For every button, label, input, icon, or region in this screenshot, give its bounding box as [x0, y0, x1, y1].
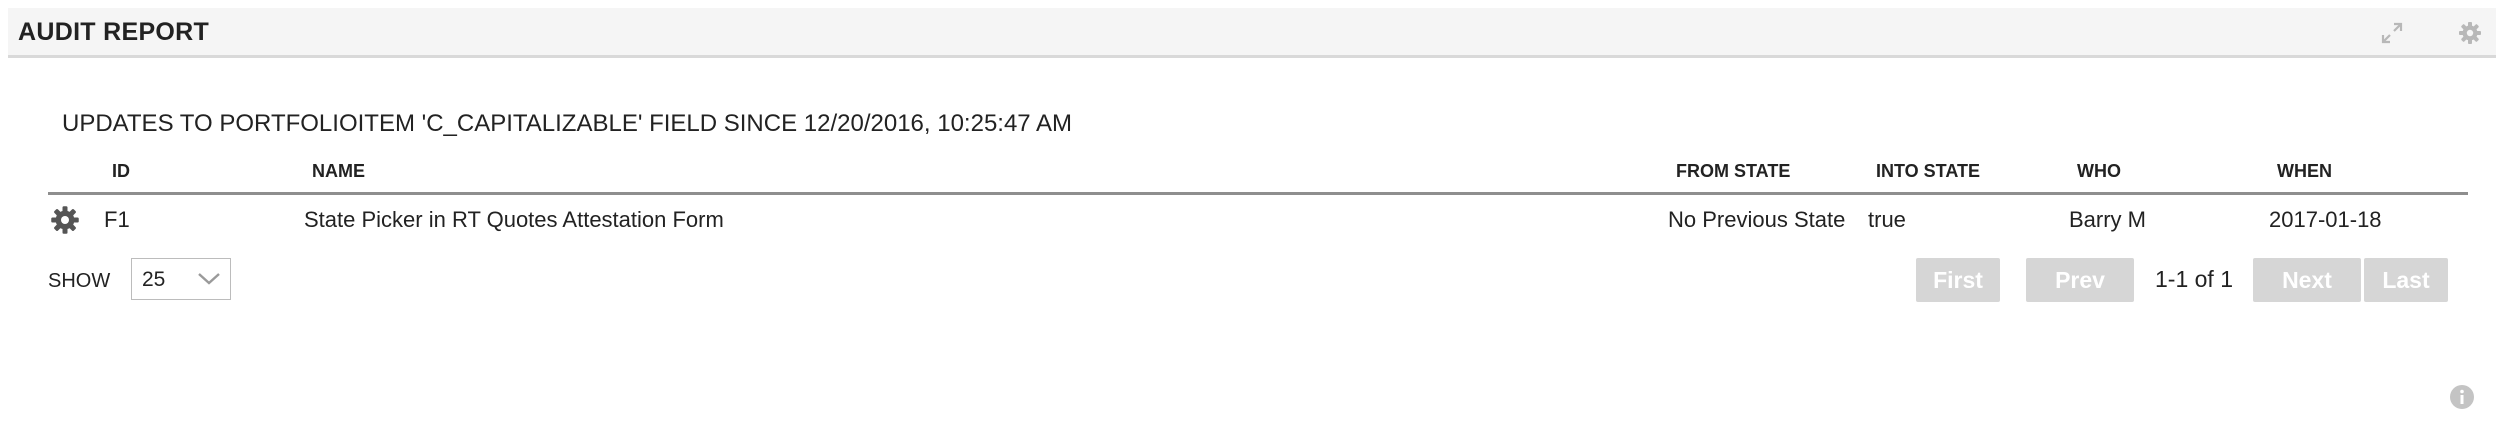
cell-into-state: true — [1868, 207, 1906, 232]
cell-when: 2017-01-18 — [2269, 207, 2382, 232]
audit-table: ID NAME FROM STATE INTO STATE WHO WHEN F… — [48, 158, 2468, 245]
first-page-button[interactable]: First — [1916, 258, 2000, 302]
column-header-name[interactable]: NAME — [312, 161, 365, 182]
report-title: UPDATES TO PORTFOLIOITEM 'C_CAPITALIZABL… — [62, 110, 1072, 137]
last-page-button[interactable]: Last — [2364, 258, 2448, 302]
prev-page-button[interactable]: Prev — [2026, 258, 2134, 302]
next-page-button[interactable]: Next — [2253, 258, 2361, 302]
chevron-down-icon — [196, 269, 222, 289]
gear-icon[interactable] — [2456, 19, 2484, 47]
info-icon[interactable] — [2449, 384, 2475, 410]
column-header-from-state[interactable]: FROM STATE — [1676, 161, 1790, 182]
page-size-value: 25 — [142, 268, 166, 291]
cell-who: Barry M — [2069, 207, 2146, 232]
panel-title: AUDIT REPORT — [18, 18, 210, 46]
cell-from-state: No Previous State — [1668, 207, 1846, 232]
row-gear-icon[interactable] — [50, 205, 80, 235]
cell-id[interactable]: F1 — [104, 207, 130, 233]
show-label: SHOW — [48, 270, 111, 292]
column-header-into-state[interactable]: INTO STATE — [1876, 161, 1980, 182]
table-row: F1 State Picker in RT Quotes Attestation… — [48, 195, 2468, 245]
expand-icon[interactable] — [2378, 19, 2406, 47]
table-header: ID NAME FROM STATE INTO STATE WHO WHEN — [48, 158, 2468, 195]
panel-header: AUDIT REPORT — [8, 8, 2496, 58]
cell-name: State Picker in RT Quotes Attestation Fo… — [304, 207, 724, 232]
column-header-who[interactable]: WHO — [2077, 161, 2121, 182]
column-header-when[interactable]: WHEN — [2277, 161, 2332, 182]
page-size-select[interactable]: 25 — [131, 258, 231, 300]
column-header-id[interactable]: ID — [112, 161, 130, 182]
page-info: 1-1 of 1 — [2155, 266, 2233, 292]
